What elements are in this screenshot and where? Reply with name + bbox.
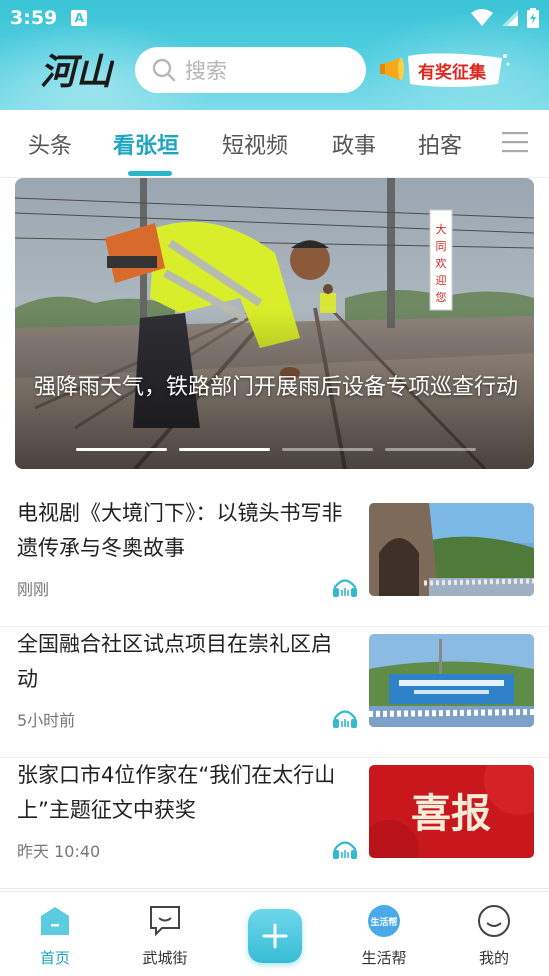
tab-politics[interactable]: 政事 [332, 128, 376, 160]
active-tab-indicator [128, 171, 172, 176]
news-thumbnail [369, 503, 534, 596]
news-item[interactable]: 全国融合社区试点项目在崇礼区启动 5小时前 [0, 627, 549, 758]
search-bar[interactable]: 搜索 [135, 47, 366, 93]
tab-headlines[interactable]: 头条 [28, 128, 72, 160]
carousel-dot[interactable] [76, 448, 167, 451]
news-title: 张家口市4位作家在“我们在太行山上”主题征文中获奖 [17, 763, 336, 822]
nav-label: 武城街 [142, 949, 188, 967]
news-time: 刚刚 [17, 580, 50, 599]
home-icon [41, 907, 69, 935]
news-item[interactable]: 电视剧《大境门下》：以镜头书写非遗传承与冬奥故事 刚刚 [0, 496, 549, 627]
search-icon [152, 58, 176, 82]
promo-text: 有奖征集 [418, 62, 487, 83]
good-news-thumbnail: 喜报 [369, 765, 534, 858]
carousel-dot[interactable] [179, 448, 270, 451]
headphones-icon[interactable] [332, 838, 358, 860]
news-title: 电视剧《大境门下》：以镜头书写非遗传承与冬奥故事 [17, 501, 343, 560]
plus-icon [262, 923, 288, 949]
headphones-icon[interactable] [332, 576, 358, 598]
status-bar: 3:59 A [0, 0, 549, 36]
publish-button[interactable] [248, 909, 302, 963]
carousel-dot[interactable] [282, 448, 373, 451]
tab-zhangyuan[interactable]: 看张垣 [113, 128, 179, 160]
chat-icon [150, 906, 180, 937]
profile-icon [478, 905, 510, 937]
nav-profile[interactable]: 我的 [439, 892, 549, 976]
featured-banner[interactable]: 大 同 欢 迎 您 强降雨天气，铁路部门开展雨后设备专项巡查行动 [15, 178, 534, 469]
signal-icon [502, 10, 518, 26]
logo-text: 河山 [40, 51, 114, 93]
promo-banner[interactable]: 有奖征集 [380, 50, 512, 90]
carousel-dot[interactable] [385, 448, 476, 451]
app-header: 3:59 A 河山 搜索 有奖征集 [0, 0, 549, 110]
news-item[interactable]: 张家口市4位作家在“我们在太行山上”主题征文中获奖 昨天 10:40 喜报 [0, 758, 549, 889]
news-time: 昨天 10:40 [17, 842, 101, 861]
nav-label: 生活帮 [361, 949, 407, 967]
nav-home[interactable]: 首页 [0, 892, 110, 976]
news-thumbnail [369, 634, 534, 727]
banner-photo: 大 同 欢 迎 您 [15, 178, 534, 469]
app-logo: 河山 [40, 51, 114, 93]
menu-icon[interactable] [502, 130, 528, 154]
thumbnail-text: 喜报 [411, 790, 491, 837]
status-indicators [471, 8, 539, 28]
nav-life-help[interactable]: 生活帮 生活帮 [329, 892, 439, 976]
bottom-navigation: 首页 武城街 生活帮 生活帮 我的 [0, 891, 549, 976]
news-time: 5小时前 [17, 711, 76, 730]
news-title: 全国融合社区试点项目在崇礼区启动 [17, 632, 332, 691]
megaphone-icon [380, 58, 404, 80]
search-placeholder: 搜索 [185, 59, 227, 83]
life-help-icon: 生活帮 [368, 905, 400, 937]
tab-short-video[interactable]: 短视频 [222, 128, 288, 160]
wifi-icon [471, 9, 493, 26]
notification-icon: A [71, 10, 88, 26]
tab-paike[interactable]: 拍客 [418, 128, 462, 160]
headphones-icon[interactable] [332, 707, 358, 729]
life-help-icon-text: 生活帮 [370, 916, 397, 928]
carousel-indicators [76, 448, 476, 451]
nav-label: 我的 [478, 949, 509, 967]
channel-tabs: 头条 看张垣 短视频 政事 拍客 [0, 110, 549, 178]
nav-wuchengjie[interactable]: 武城街 [110, 892, 220, 976]
banner-title: 强降雨天气，铁路部门开展雨后设备专项巡查行动 [34, 375, 519, 400]
battery-icon [527, 8, 539, 28]
status-time: 3:59 [10, 7, 58, 29]
nav-label: 首页 [39, 949, 70, 967]
